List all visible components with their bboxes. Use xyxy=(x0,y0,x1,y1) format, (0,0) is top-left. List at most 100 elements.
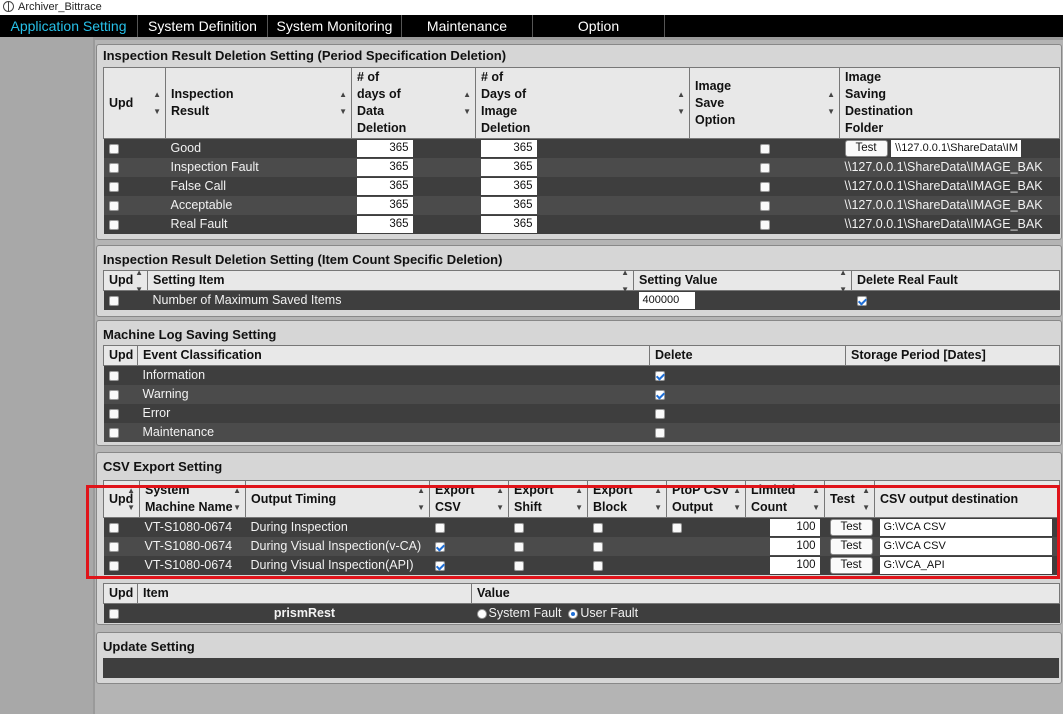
image-save-checkbox[interactable] xyxy=(759,219,770,230)
data-days-input[interactable]: 365 xyxy=(356,178,413,196)
image-days-input[interactable]: 365 xyxy=(480,197,537,215)
col-image-save-option[interactable]: Image Save Option ▲ ▼ xyxy=(689,67,840,139)
upd-checkbox[interactable] xyxy=(108,427,119,438)
col-data-deletion-days[interactable]: # of days of Data Deletion ▲ ▼ xyxy=(351,67,476,139)
csv-test-button[interactable]: Test xyxy=(829,557,873,575)
upd-checkbox[interactable] xyxy=(108,200,119,211)
col-limited-count[interactable]: Limited Count ▲ ▼ xyxy=(745,480,825,518)
col-export-csv[interactable]: Export CSV ▲ ▼ xyxy=(429,480,509,518)
export-shift-checkbox[interactable] xyxy=(513,560,524,571)
col-export-shift[interactable]: Export Shift ▲ ▼ xyxy=(508,480,588,518)
sort-icon: ▲ ▼ xyxy=(862,486,870,512)
col-export-block[interactable]: Export Block ▲ ▼ xyxy=(587,480,667,518)
upd-checkbox[interactable] xyxy=(108,143,119,154)
export-shift-checkbox[interactable] xyxy=(513,522,524,533)
event-label: Information xyxy=(137,365,650,385)
app-globe-icon xyxy=(3,1,14,12)
col-machine-name[interactable]: System Machine Name ▲ ▼ xyxy=(139,480,246,518)
col-test[interactable]: Test ▲ ▼ xyxy=(824,480,875,518)
upd-checkbox[interactable] xyxy=(108,181,119,192)
csv-test-button[interactable]: Test xyxy=(829,538,873,556)
event-label: Error xyxy=(137,404,650,423)
col-setting-item[interactable]: Setting Item ▲ ▼ xyxy=(147,268,634,294)
image-save-checkbox[interactable] xyxy=(759,200,770,211)
upd-checkbox[interactable] xyxy=(108,162,119,173)
limited-count-input[interactable]: 100 xyxy=(769,557,820,575)
system-fault-label: System Fault xyxy=(488,606,562,620)
menu-application-setting[interactable]: Application Setting xyxy=(0,15,138,37)
export-csv-checkbox[interactable] xyxy=(434,541,445,552)
col-item[interactable]: Item xyxy=(137,583,472,604)
csv-test-button[interactable]: Test xyxy=(829,519,873,537)
col-output-timing[interactable]: Output Timing ▲ ▼ xyxy=(245,480,430,518)
upd-checkbox[interactable] xyxy=(108,370,119,381)
menu-maintenance[interactable]: Maintenance xyxy=(402,15,533,37)
delete-checkbox[interactable] xyxy=(654,389,665,400)
image-save-checkbox[interactable] xyxy=(759,181,770,192)
menu-option[interactable]: Option xyxy=(533,15,665,37)
data-days-input[interactable]: 365 xyxy=(356,159,413,177)
col-event-classification[interactable]: Event Classification xyxy=(137,345,650,366)
export-block-checkbox[interactable] xyxy=(592,560,603,571)
export-shift-checkbox[interactable] xyxy=(513,541,524,552)
col-inspection-result[interactable]: Inspection Result ▲ ▼ xyxy=(165,67,352,139)
machine-name: VT-S1080-0674 xyxy=(139,537,246,556)
export-block-checkbox[interactable] xyxy=(592,522,603,533)
col-upd[interactable]: Upd ▲ ▼ xyxy=(103,67,166,139)
upd-checkbox[interactable] xyxy=(108,219,119,230)
menu-system-definition[interactable]: System Definition xyxy=(138,15,268,37)
folder-input[interactable]: \\127.0.0.1\ShareData\IM xyxy=(891,140,1022,158)
upd-checkbox[interactable] xyxy=(108,408,119,419)
upd-checkbox[interactable] xyxy=(108,295,119,306)
count-deletion-title: Inspection Result Deletion Setting (Item… xyxy=(103,252,503,267)
upd-checkbox[interactable] xyxy=(108,389,119,400)
user-fault-radio[interactable] xyxy=(568,608,579,619)
col-upd[interactable]: Upd xyxy=(103,345,138,366)
delete-checkbox[interactable] xyxy=(654,408,665,419)
col-value[interactable]: Value xyxy=(471,583,1060,604)
event-label: Maintenance xyxy=(137,423,650,442)
image-save-checkbox[interactable] xyxy=(759,143,770,154)
ptop-csv-checkbox[interactable] xyxy=(671,522,682,533)
data-days-input[interactable]: 365 xyxy=(356,216,413,234)
image-days-input[interactable]: 365 xyxy=(480,178,537,196)
col-upd[interactable]: Upd ▲ ▼ xyxy=(103,268,148,294)
menu-system-monitoring[interactable]: System Monitoring xyxy=(268,15,402,37)
csv-destination-input[interactable]: G:\VCA_API xyxy=(879,557,1052,575)
table-row: Error xyxy=(103,404,1060,423)
upd-checkbox[interactable] xyxy=(108,560,119,571)
export-csv-checkbox[interactable] xyxy=(434,560,445,571)
upd-checkbox[interactable] xyxy=(108,541,119,552)
image-days-input[interactable]: 365 xyxy=(480,216,537,234)
col-ptop-csv-output[interactable]: PtoP CSV Output ▲ ▼ xyxy=(666,480,746,518)
system-fault-radio[interactable] xyxy=(476,608,487,619)
col-image-dest-folder[interactable]: Image Saving Destination Folder xyxy=(839,67,1060,139)
limited-count-input[interactable]: 100 xyxy=(769,538,820,556)
col-delete[interactable]: Delete xyxy=(649,345,846,366)
col-upd[interactable]: Upd xyxy=(103,583,138,604)
image-save-checkbox[interactable] xyxy=(759,162,770,173)
csv-destination-input[interactable]: G:\VCA CSV xyxy=(879,519,1052,537)
col-csv-output-destination[interactable]: CSV output destination xyxy=(874,480,1060,518)
max-saved-items-input[interactable]: 400000 xyxy=(638,292,695,310)
data-days-input[interactable]: 365 xyxy=(356,140,413,158)
delete-checkbox[interactable] xyxy=(654,370,665,381)
col-setting-value[interactable]: Setting Value ▲ ▼ xyxy=(633,268,852,294)
col-upd[interactable]: Upd ▲ ▼ xyxy=(103,480,140,518)
upd-checkbox[interactable] xyxy=(108,522,119,533)
export-block-checkbox[interactable] xyxy=(592,541,603,552)
image-days-input[interactable]: 365 xyxy=(480,159,537,177)
upd-checkbox[interactable] xyxy=(108,608,119,619)
data-days-input[interactable]: 365 xyxy=(356,197,413,215)
delete-real-fault-checkbox[interactable] xyxy=(856,295,867,306)
limited-count-input[interactable]: 100 xyxy=(769,519,820,537)
image-days-input[interactable]: 365 xyxy=(480,140,537,158)
col-delete-real-fault[interactable]: Delete Real Fault xyxy=(851,270,1060,291)
folder-test-button[interactable]: Test xyxy=(844,140,888,158)
col-storage-period[interactable]: Storage Period [Dates] xyxy=(845,345,1060,366)
col-image-deletion-days[interactable]: # of Days of Image Deletion ▲ ▼ xyxy=(475,67,690,139)
main-menu: Application Setting System Definition Sy… xyxy=(0,15,1063,37)
export-csv-checkbox[interactable] xyxy=(434,522,445,533)
delete-checkbox[interactable] xyxy=(654,427,665,438)
csv-destination-input[interactable]: G:\VCA CSV xyxy=(879,538,1052,556)
